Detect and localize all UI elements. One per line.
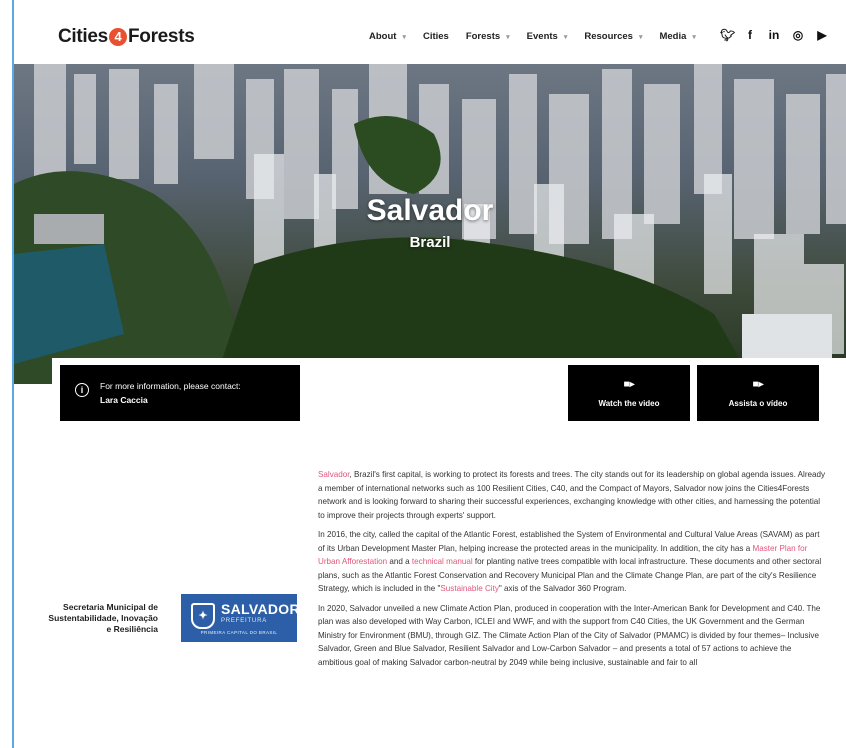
- site-logo[interactable]: Cities 4 Forests: [58, 26, 195, 48]
- site-header: Cities 4 Forests About ▾ Cities Forests ▾ Event…: [14, 0, 846, 64]
- nav-item-resources[interactable]: Resources ▾: [584, 31, 642, 42]
- chevron-down-icon: ▾: [563, 33, 568, 41]
- nav-item-forests[interactable]: Forests ▾: [466, 31, 510, 42]
- hero-banner: Salvador Brazil: [14, 64, 846, 384]
- youtube-icon[interactable]: ▶: [816, 28, 828, 42]
- social-links: 🐦︎ f in ◎ ▶: [720, 28, 828, 42]
- chevron-down-icon: ▾: [402, 33, 406, 41]
- twitter-icon[interactable]: 🐦︎: [720, 28, 735, 42]
- secretariat-name: Secretaria Municipal de Sustentabilidade…: [48, 602, 158, 634]
- city-title: Salvador: [366, 194, 494, 227]
- nav-item-events[interactable]: Events ▾: [527, 31, 568, 42]
- paragraph-3: In 2020, Salvador unveiled a new Climate…: [318, 603, 821, 667]
- contact-info-box[interactable]: i For more information, please contact: …: [60, 365, 300, 421]
- technical-manual-link[interactable]: technical manual: [412, 557, 473, 566]
- instagram-icon[interactable]: ◎: [792, 28, 804, 42]
- salvador-prefeitura-logo: ✦ SALVADOR PREFEITURA PRIMEIRA CAPITAL D…: [181, 594, 300, 642]
- contact-name[interactable]: Lara Caccia: [100, 395, 148, 405]
- paragraph-1: Salvador, Brazil's first capital, is wor…: [318, 470, 826, 520]
- nav-item-about[interactable]: About ▾: [369, 31, 406, 42]
- video-camera-icon: ■▸: [623, 379, 635, 390]
- chevron-down-icon: ▾: [506, 33, 510, 41]
- watch-video-button[interactable]: ■▸ Watch the video: [568, 365, 690, 421]
- nav-item-media[interactable]: Media ▾: [659, 31, 695, 42]
- country-subtitle: Brazil: [409, 234, 451, 251]
- salvador-link[interactable]: Salvador: [318, 470, 350, 479]
- chevron-down-icon: ▾: [638, 33, 643, 41]
- paragraph-2: In 2016, the city, called the capital of…: [318, 530, 822, 593]
- assista-video-button[interactable]: ■▸ Assista o vídeo: [697, 365, 819, 421]
- sustainable-city-link[interactable]: Sustainable City: [440, 584, 499, 593]
- city-crest-icon: ✦: [191, 603, 215, 629]
- main-nav: About ▾ Cities Forests ▾ Events ▾ Resources ▾ Med…: [369, 31, 713, 42]
- chevron-down-icon: ▾: [692, 33, 696, 41]
- video-camera-icon: ■▸: [752, 379, 764, 390]
- linkedin-icon[interactable]: in: [768, 28, 780, 42]
- info-icon: i: [75, 383, 89, 397]
- facebook-icon[interactable]: f: [744, 28, 756, 42]
- contact-label: For more information, please contact:: [100, 381, 241, 391]
- city-description: Salvador, Brazil's first capital, is wor…: [318, 468, 828, 675]
- nav-item-cities[interactable]: Cities: [423, 31, 449, 42]
